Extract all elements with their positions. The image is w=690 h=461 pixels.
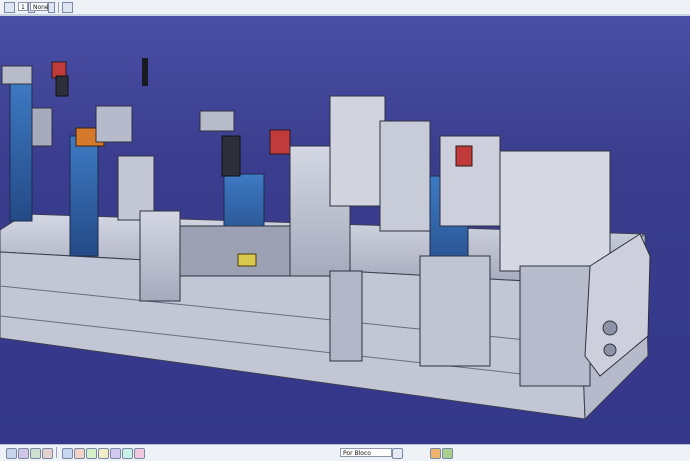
bottom-toolbar: Por Bloco bbox=[0, 444, 690, 461]
style-dropdown-icon[interactable] bbox=[392, 448, 403, 459]
clamp-assembly bbox=[379, 120, 431, 232]
clamp-arm bbox=[1, 65, 33, 85]
normal-view-icon[interactable] bbox=[74, 448, 85, 459]
hide-show-icon[interactable] bbox=[110, 448, 121, 459]
top-toolbar: 1 None bbox=[0, 0, 690, 16]
material-icon[interactable] bbox=[430, 448, 441, 459]
end-plate-hole bbox=[602, 320, 618, 336]
clamp-assembly bbox=[139, 210, 181, 302]
sensor-red bbox=[269, 129, 291, 155]
clamp-arm bbox=[199, 110, 235, 132]
fixture-assembly-illustration bbox=[0, 58, 651, 421]
graphic-style-dropdown[interactable]: Por Bloco bbox=[340, 448, 392, 457]
sensor-dark bbox=[55, 75, 69, 97]
toolbar-separator bbox=[56, 447, 57, 458]
clamp-block bbox=[95, 105, 133, 143]
zoom-in-icon[interactable] bbox=[30, 448, 41, 459]
clamp-assembly bbox=[329, 95, 386, 207]
end-plate-hole bbox=[603, 343, 617, 357]
sensor-red bbox=[455, 145, 473, 167]
measure-icon[interactable] bbox=[122, 448, 133, 459]
fixture-column-blue bbox=[69, 135, 99, 257]
cad-3d-viewport[interactable] bbox=[0, 16, 690, 444]
clamp-assembly bbox=[419, 255, 491, 367]
fit-all-icon[interactable] bbox=[62, 448, 73, 459]
clamp-block bbox=[31, 107, 53, 147]
filter-dropdown[interactable]: None bbox=[30, 2, 49, 11]
select-icon[interactable] bbox=[4, 2, 15, 13]
rotate-icon[interactable] bbox=[18, 448, 29, 459]
render-style-icon[interactable] bbox=[98, 448, 109, 459]
pan-icon[interactable] bbox=[6, 448, 17, 459]
toolbar-separator bbox=[58, 2, 59, 13]
handle-black bbox=[142, 58, 148, 86]
sensor-dark bbox=[221, 135, 241, 177]
analysis-icon[interactable] bbox=[442, 448, 453, 459]
clamp-assembly bbox=[329, 270, 363, 362]
pneumatic-cylinder bbox=[117, 155, 155, 221]
clamp-assembly bbox=[519, 265, 591, 387]
filter-icon[interactable] bbox=[62, 2, 73, 13]
layer-dropdown[interactable]: 1 bbox=[18, 2, 28, 11]
yellow-pad bbox=[237, 253, 257, 267]
fixture-column-blue bbox=[9, 80, 33, 222]
section-icon[interactable] bbox=[134, 448, 145, 459]
zoom-out-icon[interactable] bbox=[42, 448, 53, 459]
clamp-assembly bbox=[499, 150, 611, 272]
filter-dropdown-arrow-icon[interactable] bbox=[48, 2, 55, 13]
iso-view-icon[interactable] bbox=[86, 448, 97, 459]
